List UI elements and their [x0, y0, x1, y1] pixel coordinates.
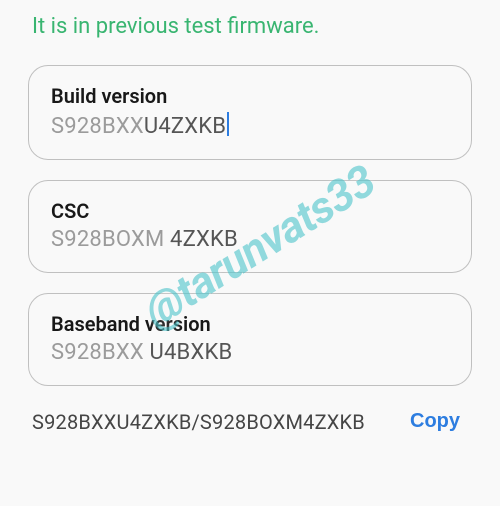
csc-prefix: S928BOXM — [51, 227, 164, 252]
text-cursor — [227, 112, 229, 136]
build-version-label: Build version — [51, 84, 449, 108]
build-version-editable[interactable]: U4ZXKB — [144, 114, 226, 139]
build-version-field[interactable]: Build version S928BXXU4ZXKB — [28, 65, 472, 160]
csc-value[interactable]: S928BOXM 4ZXKB — [51, 227, 449, 252]
status-message: It is in previous test firmware. — [32, 14, 472, 39]
build-version-prefix: S928BXX — [51, 114, 144, 139]
summary-row: S928BXXU4ZXKB/S928BOXM4ZXKB Copy — [28, 406, 472, 437]
baseband-editable[interactable]: U4BXKB — [150, 340, 233, 365]
baseband-label: Baseband version — [51, 312, 449, 336]
csc-editable[interactable]: 4ZXKB — [170, 227, 238, 252]
build-version-value[interactable]: S928BXXU4ZXKB — [51, 112, 449, 139]
firmware-summary: S928BXXU4ZXKB/S928BOXM4ZXKB — [32, 410, 384, 434]
csc-label: CSC — [51, 199, 449, 223]
csc-field[interactable]: CSC S928BOXM 4ZXKB — [28, 180, 472, 273]
copy-button[interactable]: Copy — [402, 406, 468, 437]
baseband-value[interactable]: S928BXX U4BXKB — [51, 340, 449, 365]
baseband-prefix: S928BXX — [51, 340, 144, 365]
baseband-field[interactable]: Baseband version S928BXX U4BXKB — [28, 293, 472, 386]
